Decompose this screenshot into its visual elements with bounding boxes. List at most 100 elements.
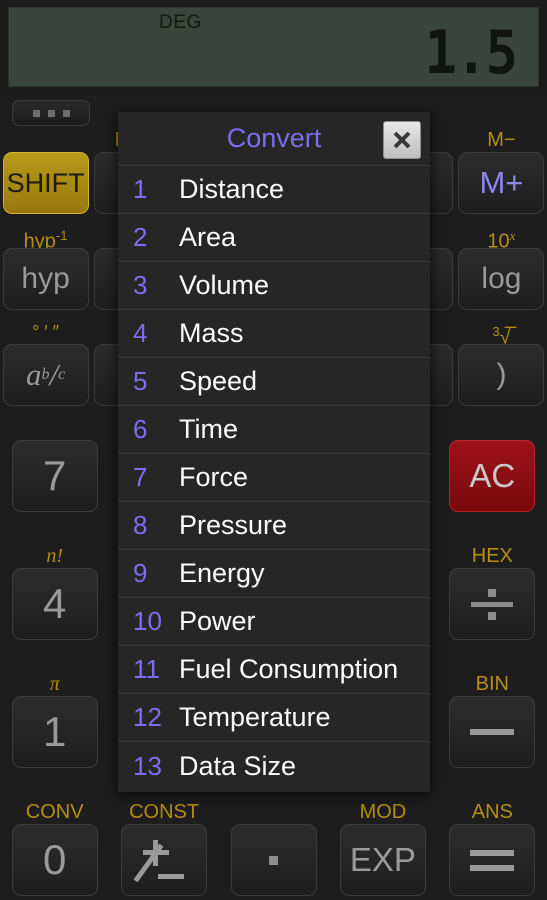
minus-key[interactable]	[449, 696, 536, 768]
hyp-key[interactable]: hyp	[2, 248, 89, 310]
shift-label-conv: CONV	[25, 801, 84, 823]
convert-item-label: Pressure	[179, 510, 288, 540]
lcd-screen: DEG 1.5	[8, 7, 539, 87]
fraction-key[interactable]: a b / c	[2, 344, 89, 406]
key-cell-mplus: M− M+	[456, 128, 547, 214]
key-cell-exp: MOD EXP	[328, 800, 437, 896]
convert-item-label: Force	[179, 462, 249, 492]
all-clear-key[interactable]: AC	[449, 440, 536, 512]
shift-label-ten-pow: 10x	[487, 228, 516, 248]
convert-list-item[interactable]: 6 Time	[118, 406, 430, 454]
convert-item-number: 4	[133, 318, 148, 348]
digit-0-key[interactable]: 0	[11, 824, 98, 896]
shift-label-const: CONST	[129, 801, 200, 823]
convert-list-item[interactable]: 4 Mass	[118, 310, 430, 358]
convert-item-number: 6	[133, 414, 148, 444]
convert-list-item[interactable]: 2 Area	[118, 214, 430, 262]
key-cell-7: 7	[0, 416, 109, 512]
equals-icon	[470, 849, 515, 871]
dialog-title-text: Convert	[226, 123, 322, 153]
convert-item-number: 2	[133, 222, 148, 252]
convert-item-label: Power	[179, 606, 256, 636]
calculator-app: DEG 1.5 SHIFT DRG D TAB s POL	[0, 0, 547, 900]
paren-close-key[interactable]: )	[458, 344, 545, 406]
minus-icon	[470, 729, 515, 735]
convert-item-label: Area	[179, 222, 237, 252]
convert-list-item[interactable]: 9 Energy	[118, 550, 430, 598]
convert-item-number: 12	[133, 702, 162, 732]
convert-category-list: 1 Distance 2 Area 3 Volume 4 Mass 5 Speed 6 Time 7 Fo…	[118, 166, 430, 792]
exponent-key[interactable]: EXP	[339, 824, 426, 896]
shift-label-pi: π	[49, 673, 60, 695]
convert-item-label: Energy	[179, 558, 265, 588]
shift-label-blank-4e	[438, 416, 547, 440]
convert-item-number: 8	[133, 510, 148, 540]
key-cell-ac: AC	[438, 416, 547, 512]
key-cell-equals: ANS	[438, 800, 547, 896]
close-icon	[393, 131, 411, 149]
shift-label-hyp-inv: hyp-1	[23, 228, 68, 248]
key-cell-abc: ° ′ ″ a b / c	[0, 320, 91, 406]
display-value: 1.5	[424, 17, 518, 88]
shift-label-ans: ANS	[471, 801, 513, 823]
convert-list-item[interactable]: 3 Volume	[118, 262, 430, 310]
convert-item-label: Fuel Consumption	[179, 654, 399, 684]
close-button[interactable]	[383, 121, 421, 159]
convert-dialog: Convert 1 Distance 2 Area 3 Volume 4 Mass 5 Speed…	[118, 112, 430, 792]
shift-label-blank-4	[0, 416, 109, 440]
convert-item-label: Temperature	[179, 702, 331, 732]
dot-icon	[269, 855, 279, 865]
digit-7-key[interactable]: 7	[11, 440, 98, 512]
display-panel: DEG 1.5	[0, 0, 547, 96]
shift-label-dms: ° ′ ″	[32, 322, 60, 342]
convert-list-item[interactable]: 11 Fuel Consumption	[118, 646, 430, 694]
convert-item-number: 9	[133, 558, 148, 588]
divide-key[interactable]	[449, 568, 536, 640]
decimal-point-key[interactable]	[230, 824, 317, 896]
key-cell-hyp: hyp-1 hyp	[0, 224, 91, 310]
convert-item-number: 1	[133, 174, 148, 204]
convert-list-item[interactable]: 5 Speed	[118, 358, 430, 406]
shift-label-factorial: n!	[46, 545, 64, 567]
key-cell-plusminus: CONST	[109, 800, 218, 896]
key-cell-paren-close: 3√̅ )	[456, 320, 547, 406]
menu-dot-icon	[32, 109, 40, 117]
convert-item-number: 3	[133, 270, 148, 300]
shift-label-decimal	[219, 800, 328, 824]
equals-key[interactable]	[449, 824, 536, 896]
key-cell-minus: BIN	[438, 672, 547, 768]
shift-label-bin: BIN	[475, 673, 509, 695]
digit-1-key[interactable]: 1	[11, 696, 98, 768]
convert-list-item[interactable]: 12 Temperature	[118, 694, 430, 742]
convert-item-label: Distance	[179, 174, 285, 204]
convert-list-item[interactable]: 1 Distance	[118, 166, 430, 214]
convert-item-number: 11	[133, 654, 160, 684]
shift-label-mod: MOD	[359, 801, 407, 823]
convert-item-number: 10	[133, 606, 162, 636]
shift-label-hex: HEX	[471, 545, 513, 567]
key-cell-shift: SHIFT	[0, 128, 91, 214]
convert-list-item[interactable]: 8 Pressure	[118, 502, 430, 550]
convert-item-label: Volume	[179, 270, 270, 300]
key-cell-divide: HEX	[438, 544, 547, 640]
convert-item-label: Time	[179, 414, 238, 444]
shift-label-mminus: M−	[487, 129, 516, 151]
plus-minus-icon	[133, 839, 185, 883]
keypad-row-7: CONV 0 CONST MOD EXP ANS	[0, 800, 547, 896]
shift-label-blank	[0, 128, 91, 152]
memory-plus-key[interactable]: M+	[458, 152, 545, 214]
convert-item-number: 13	[133, 750, 162, 781]
key-cell-4: n! 4	[0, 544, 109, 640]
menu-dot-icon	[47, 109, 55, 117]
overflow-menu-button[interactable]	[12, 100, 90, 126]
shift-key[interactable]: SHIFT	[2, 152, 89, 214]
key-cell-0: CONV 0	[0, 800, 109, 896]
convert-list-item[interactable]: 7 Force	[118, 454, 430, 502]
convert-list-item[interactable]: 13 Data Size	[118, 742, 430, 790]
digit-4-key[interactable]: 4	[11, 568, 98, 640]
angle-mode-indicator: DEG	[159, 12, 202, 33]
key-cell-decimal	[219, 800, 328, 896]
log-key[interactable]: log	[458, 248, 545, 310]
sign-toggle-key[interactable]	[121, 824, 208, 896]
convert-list-item[interactable]: 10 Power	[118, 598, 430, 646]
